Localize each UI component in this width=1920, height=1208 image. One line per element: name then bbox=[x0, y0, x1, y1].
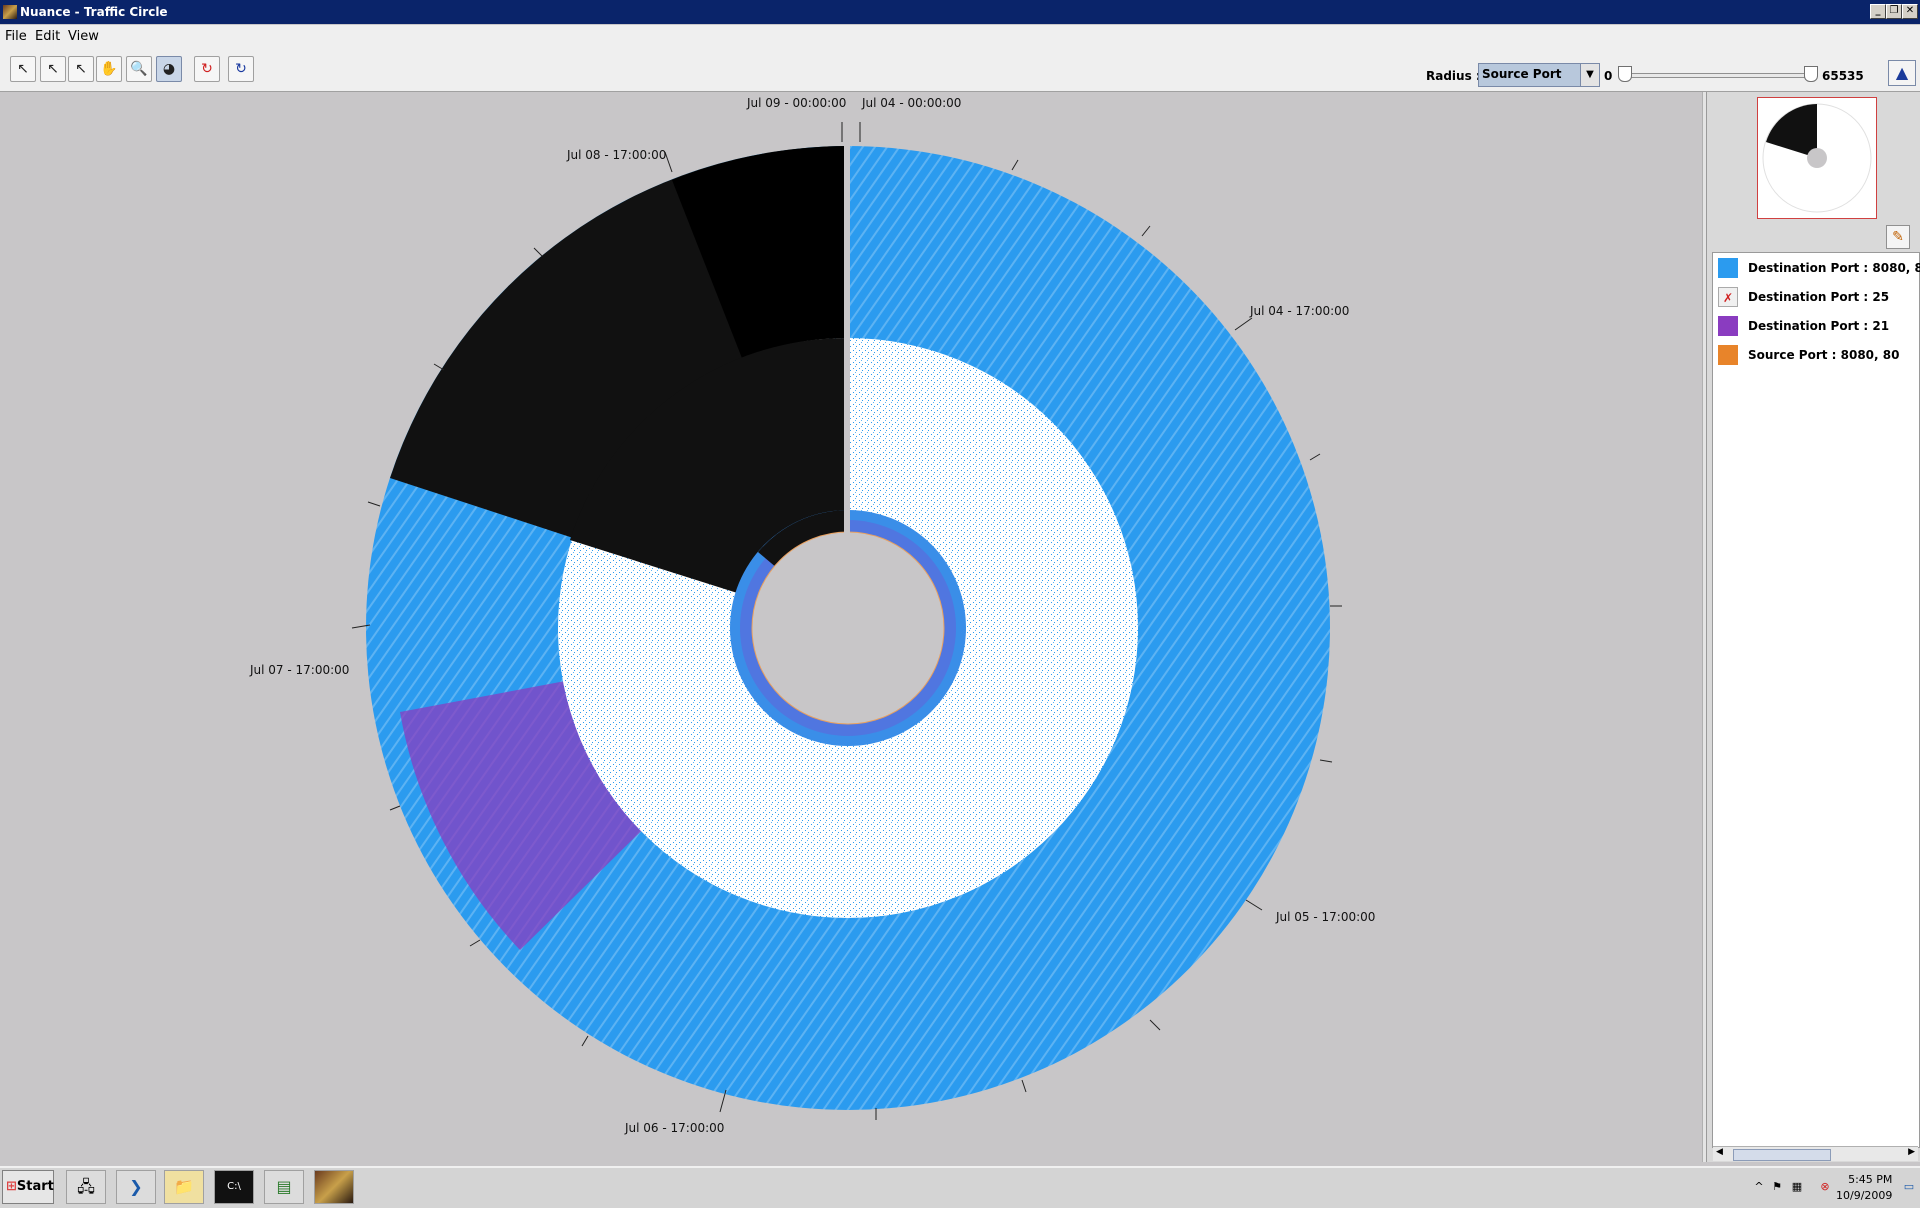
clock-time: 5:45 PM bbox=[1848, 1173, 1893, 1186]
slider-max-label: 65535 bbox=[1822, 69, 1864, 83]
legend-item[interactable]: Destination Port : 21 bbox=[1715, 313, 1915, 339]
menu-file[interactable]: File bbox=[5, 29, 27, 44]
slider-max-handle[interactable] bbox=[1804, 66, 1818, 82]
select-add-icon[interactable]: ↖ bbox=[40, 56, 66, 82]
time-label-jul07: Jul 07 - 17:00:00 bbox=[250, 663, 350, 677]
time-label-jul09: Jul 09 - 00:00:00 bbox=[747, 96, 847, 110]
legend-label: Destination Port : 8080, 80 bbox=[1748, 261, 1920, 275]
visualization-canvas[interactable] bbox=[0, 92, 1706, 1162]
traffic-circle-graphic[interactable] bbox=[0, 92, 1706, 1162]
overview-thumbnail[interactable] bbox=[1757, 97, 1877, 219]
triangle-view-icon[interactable]: ▲ bbox=[1888, 60, 1916, 86]
hand-pan-icon[interactable]: ✋ bbox=[96, 56, 122, 82]
center-hole bbox=[751, 531, 945, 725]
time-label-jul08: Jul 08 - 17:00:00 bbox=[567, 148, 667, 162]
scrollbar-thumb[interactable] bbox=[1733, 1149, 1831, 1161]
scroll-left-icon[interactable]: ◀ bbox=[1716, 1147, 1723, 1157]
chevron-down-icon[interactable]: ▼ bbox=[1580, 64, 1599, 86]
legend-item[interactable]: Source Port : 8080, 80 bbox=[1715, 342, 1915, 368]
radius-select-value: Source Port bbox=[1482, 67, 1562, 81]
reset-red-icon[interactable]: ↻ bbox=[194, 56, 220, 82]
system-clock[interactable]: 5:45 PM 10/9/2009 bbox=[1836, 1172, 1892, 1204]
legend-label: Destination Port : 25 bbox=[1748, 290, 1890, 304]
select-arrow-icon[interactable]: ↖ bbox=[10, 56, 36, 82]
scroll-right-icon[interactable]: ▶ bbox=[1908, 1147, 1915, 1157]
color-wheel-icon[interactable]: ◕ bbox=[156, 56, 182, 82]
show-desktop-icon[interactable]: ▭ bbox=[1902, 1180, 1916, 1194]
minimize-icon[interactable]: _ bbox=[1870, 4, 1886, 19]
flag-icon[interactable]: ⚑ bbox=[1770, 1180, 1784, 1194]
powershell-icon[interactable]: ❯ bbox=[116, 1170, 156, 1204]
nuance-app-icon[interactable] bbox=[314, 1170, 354, 1204]
window-titlebar: Nuance - Traffic Circle _ ❐ ✕ bbox=[0, 0, 1920, 24]
command-prompt-icon[interactable]: C:\ bbox=[214, 1170, 254, 1204]
radius-select[interactable]: Source Port ▼ bbox=[1478, 63, 1600, 87]
horizontal-scrollbar[interactable]: ◀ ▶ bbox=[1713, 1146, 1918, 1161]
select-subtract-icon[interactable]: ↖ bbox=[68, 56, 94, 82]
error-icon[interactable]: ⊗ bbox=[1818, 1180, 1832, 1194]
legend-item[interactable]: Destination Port : 8080, 80 bbox=[1715, 255, 1920, 281]
clock-date: 10/9/2009 bbox=[1836, 1189, 1893, 1202]
menu-view[interactable]: View bbox=[68, 29, 99, 44]
legend-label: Destination Port : 21 bbox=[1748, 319, 1890, 333]
start-label: Start bbox=[16, 1179, 54, 1194]
legend-label: Source Port : 8080, 80 bbox=[1748, 348, 1900, 362]
slider-min-label: 0 bbox=[1604, 69, 1613, 83]
tray-expand-icon[interactable]: ^ bbox=[1752, 1180, 1766, 1194]
legend-swatch bbox=[1718, 258, 1738, 278]
time-label-jul05: Jul 05 - 17:00:00 bbox=[1276, 910, 1376, 924]
time-label-jul04-17: Jul 04 - 17:00:00 bbox=[1250, 304, 1350, 318]
legend-item[interactable]: ✗ Destination Port : 25 bbox=[1715, 284, 1915, 310]
radius-label: Radius : bbox=[1426, 69, 1481, 83]
restore-icon[interactable]: ❐ bbox=[1886, 4, 1902, 19]
legend-panel: Destination Port : 8080, 80 ✗ Destinatio… bbox=[1712, 252, 1920, 1148]
menu-edit[interactable]: Edit bbox=[35, 29, 60, 44]
network-icon[interactable]: ▦ bbox=[1790, 1180, 1804, 1194]
windows-logo-icon: ⊞ bbox=[6, 1179, 17, 1194]
toolbar bbox=[0, 47, 1920, 92]
start-button[interactable]: ⊞Start bbox=[2, 1170, 54, 1204]
time-gap bbox=[844, 122, 850, 542]
disabled-x-icon: ✗ bbox=[1718, 287, 1738, 307]
pencil-edit-icon[interactable]: ✎ bbox=[1886, 225, 1910, 249]
zoom-icon[interactable]: 🔍 bbox=[126, 56, 152, 82]
time-label-jul06: Jul 06 - 17:00:00 bbox=[625, 1121, 725, 1135]
legend-swatch bbox=[1718, 345, 1738, 365]
explorer-folder-icon[interactable]: 📁 bbox=[164, 1170, 204, 1204]
slider-min-handle[interactable] bbox=[1618, 66, 1632, 82]
menu-bar: File Edit View bbox=[0, 25, 1920, 47]
overview-pie bbox=[1762, 103, 1872, 213]
network-monitor-icon[interactable]: ▤ bbox=[264, 1170, 304, 1204]
time-label-jul04: Jul 04 - 00:00:00 bbox=[862, 96, 962, 110]
refresh-blue-icon[interactable]: ↻ bbox=[228, 56, 254, 82]
window-title: Nuance - Traffic Circle bbox=[20, 5, 168, 19]
server-manager-icon[interactable]: 🖧 bbox=[66, 1170, 106, 1204]
radius-range-slider[interactable] bbox=[1622, 73, 1816, 78]
close-icon[interactable]: ✕ bbox=[1902, 4, 1918, 19]
legend-swatch bbox=[1718, 316, 1738, 336]
app-icon bbox=[3, 5, 17, 19]
